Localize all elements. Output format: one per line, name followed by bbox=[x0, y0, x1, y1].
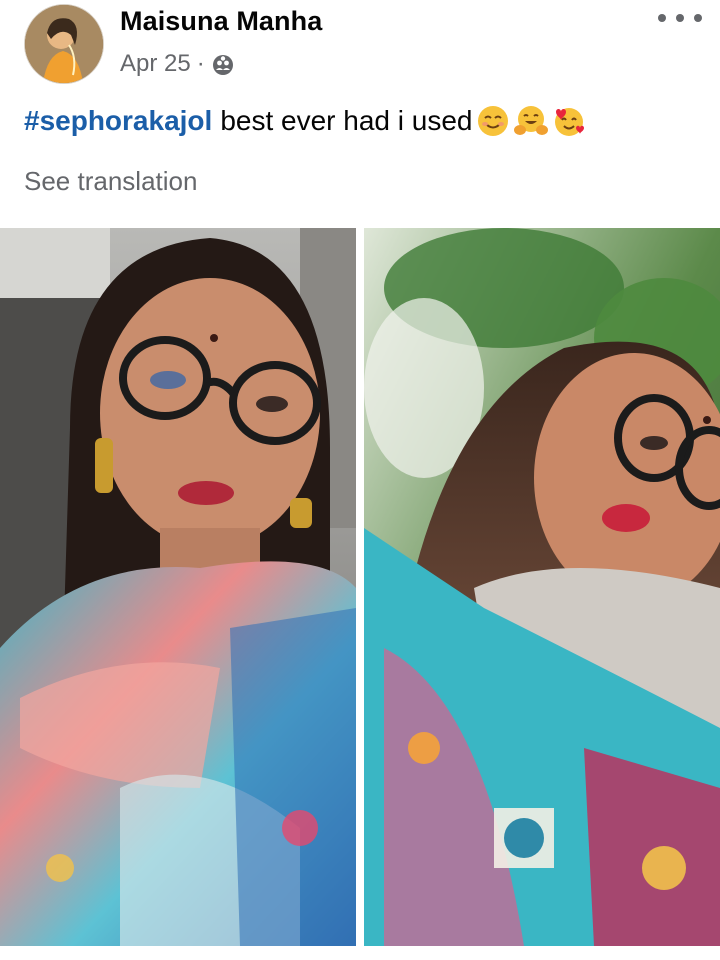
hashtag-link[interactable]: #sephorakajol bbox=[24, 105, 212, 137]
author-name[interactable]: Maisuna Manha bbox=[120, 6, 322, 37]
profile-photo-icon bbox=[25, 5, 103, 83]
hugging-face-emoji bbox=[514, 106, 549, 135]
photo-right[interactable] bbox=[364, 228, 720, 946]
smiling-face-emoji bbox=[478, 106, 509, 136]
more-horizontal-icon-dot bbox=[694, 14, 702, 22]
more-horizontal-icon-dot bbox=[676, 14, 684, 22]
more-horizontal-icon bbox=[658, 14, 666, 22]
selfie-outdoor-image bbox=[364, 228, 720, 946]
more-options-button[interactable] bbox=[658, 6, 702, 30]
meta-separator: · bbox=[196, 50, 205, 77]
photo-left[interactable] bbox=[0, 228, 356, 946]
post-text: #sephorakajol best ever had i used bbox=[24, 104, 586, 138]
post-header: Maisuna Manha Apr 25 · bbox=[0, 0, 720, 90]
friends-icon[interactable] bbox=[211, 52, 235, 76]
selfie-indoor-image bbox=[0, 228, 356, 946]
post-date[interactable]: Apr 25 bbox=[120, 50, 191, 78]
avatar[interactable] bbox=[24, 4, 104, 84]
see-translation-link[interactable]: See translation bbox=[24, 166, 197, 197]
post-body-text: best ever had i used bbox=[220, 105, 473, 136]
post-meta: Apr 25 · bbox=[120, 50, 235, 78]
post-card: Maisuna Manha Apr 25 · #sephorakajol bes… bbox=[0, 0, 720, 960]
smiling-face-with-hearts-emoji bbox=[555, 108, 585, 136]
